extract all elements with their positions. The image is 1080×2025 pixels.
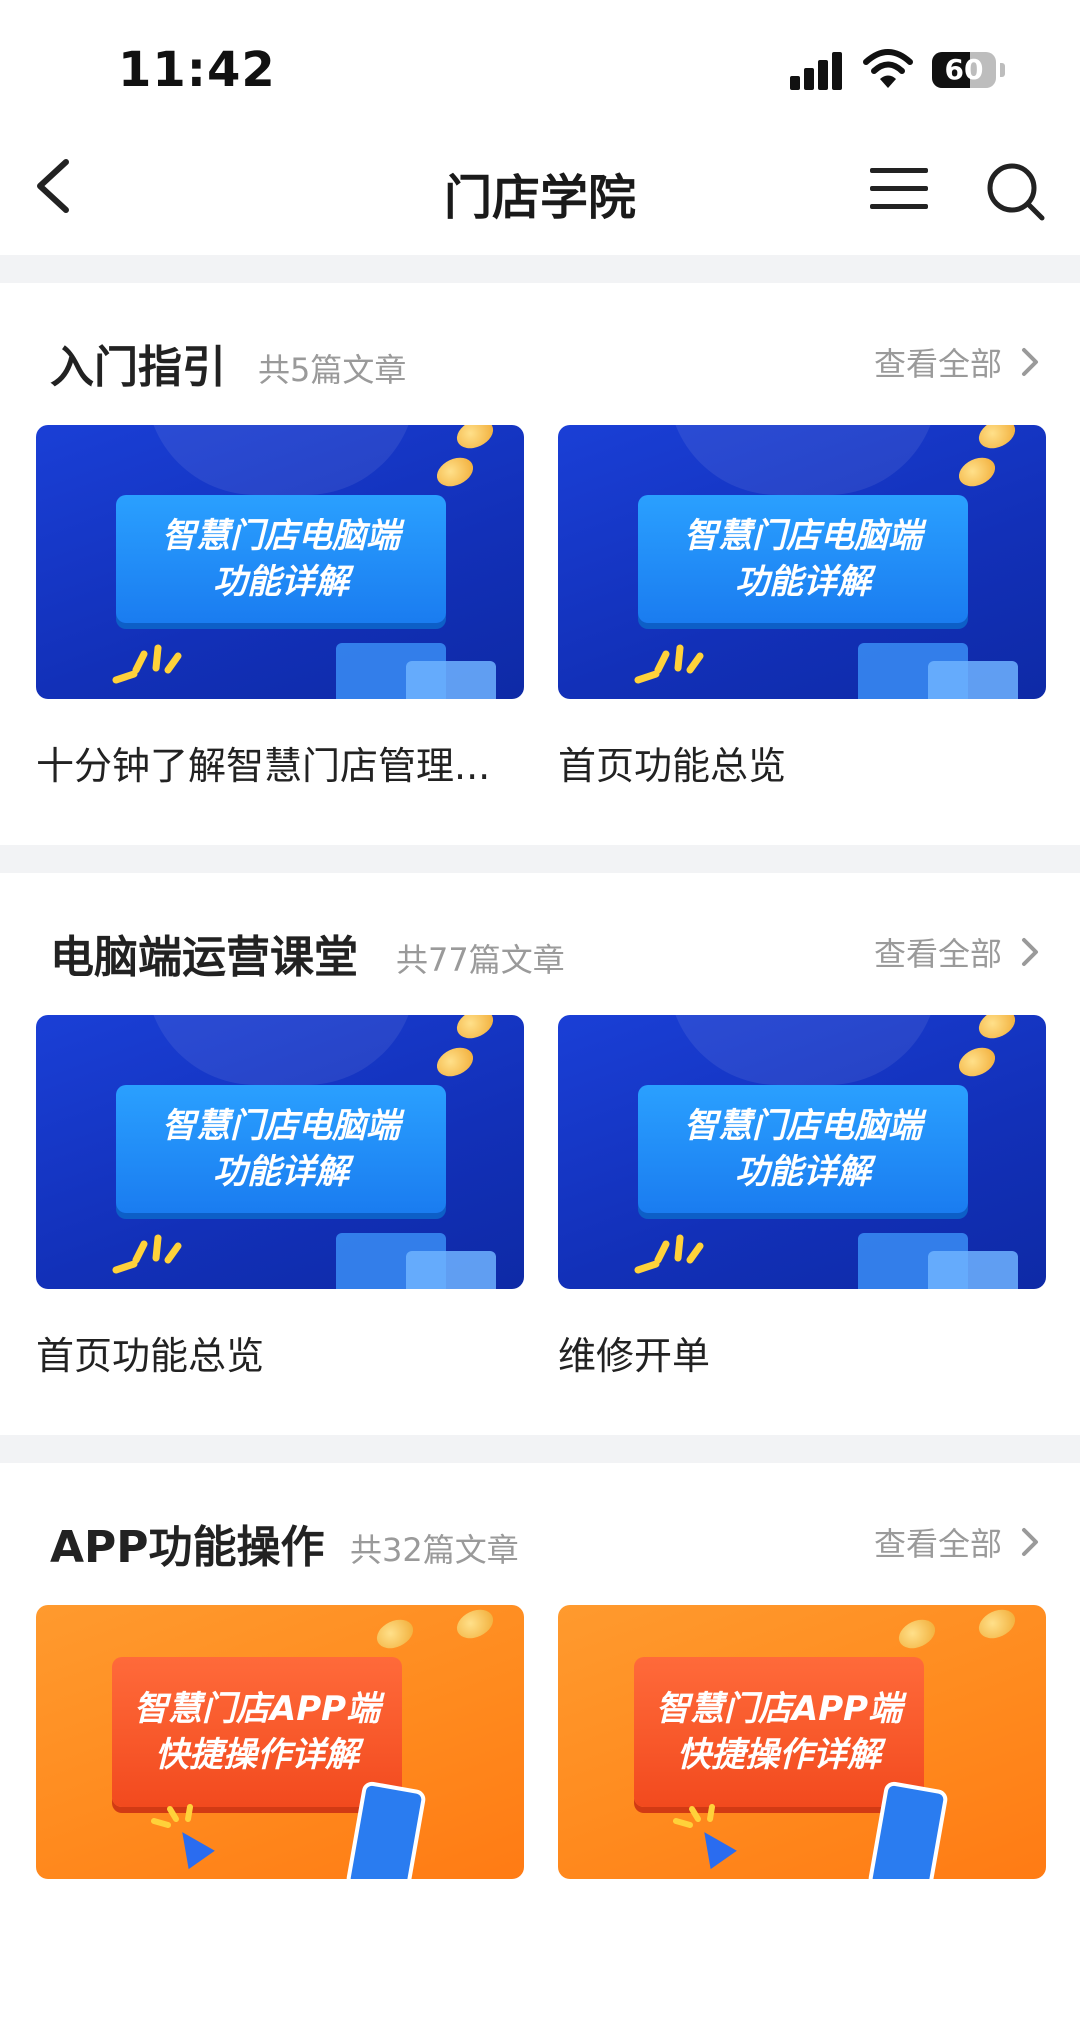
article-title: 十分钟了解智慧门店管理... [36, 744, 491, 788]
article-card[interactable]: 智慧门店电脑端 功能详解 首页功能总览 [558, 425, 1046, 790]
thumbnail-line2: 功能详解 [213, 1152, 349, 1192]
view-all-label: 查看全部 [873, 935, 1002, 973]
section-title: APP功能操作 [50, 1522, 325, 1573]
article-card[interactable]: 智慧门店电脑端 功能详解 首页功能总览 [36, 1015, 524, 1380]
section-app-operations: APP功能操作 共32篇文章 查看全部 智慧门店APP端 快捷操作详解 智慧门店… [0, 1463, 1080, 2025]
divider [0, 1435, 1080, 1463]
chevron-right-icon [1022, 1528, 1038, 1556]
section-count: 共5篇文章 [258, 351, 407, 389]
article-card[interactable]: 智慧门店APP端 快捷操作详解 [558, 1605, 1046, 1915]
view-all-button[interactable]: 查看全部 [874, 339, 1044, 385]
status-time: 11:42 [118, 42, 276, 98]
chevron-right-icon [1022, 938, 1038, 966]
chevron-right-icon [1022, 348, 1038, 376]
section-header: 入门指引 共5篇文章 查看全部 [0, 283, 1080, 433]
view-all-button[interactable]: 查看全部 [874, 1519, 1044, 1565]
section-title: 电脑端运营课堂 [50, 932, 358, 983]
thumbnail-line2: 快捷操作详解 [155, 1735, 359, 1775]
article-card[interactable]: 智慧门店电脑端 功能详解 十分钟了解智慧门店管理... [36, 425, 524, 790]
thumbnail-line2: 快捷操作详解 [677, 1735, 881, 1775]
view-all-label: 查看全部 [873, 345, 1002, 383]
thumbnail-line2: 功能详解 [735, 562, 871, 602]
thumbnail-line2: 功能详解 [735, 1152, 871, 1192]
divider [0, 255, 1080, 283]
thumbnail-line2: 功能详解 [213, 562, 349, 602]
article-title: 首页功能总览 [36, 1334, 265, 1378]
article-thumbnail: 智慧门店电脑端 功能详解 [558, 425, 1046, 699]
battery-icon: 60 [932, 52, 1005, 88]
section-header: 电脑端运营课堂 共77篇文章 查看全部 [0, 873, 1080, 1023]
article-title: 首页功能总览 [558, 744, 787, 788]
thumbnail-line1: 智慧门店电脑端 [162, 516, 400, 556]
thumbnail-line1: 智慧门店APP端 [655, 1689, 903, 1729]
nav-bar: 门店学院 [0, 130, 1080, 255]
section-getting-started: 入门指引 共5篇文章 查看全部 智慧门店电脑端 功能详解 十分钟了解智慧门店管理… [0, 283, 1080, 845]
article-card[interactable]: 智慧门店电脑端 功能详解 维修开单 [558, 1015, 1046, 1380]
status-bar: 11:42 60 [0, 0, 1080, 130]
battery-level: 60 [944, 53, 984, 86]
section-title: 入门指引 [50, 342, 226, 393]
section-count: 共77篇文章 [396, 941, 565, 979]
search-icon[interactable] [982, 158, 1048, 224]
menu-icon[interactable] [868, 160, 932, 216]
view-all-label: 查看全部 [873, 1525, 1002, 1563]
view-all-button[interactable]: 查看全部 [874, 929, 1044, 975]
article-thumbnail: 智慧门店电脑端 功能详解 [558, 1015, 1046, 1289]
thumbnail-line1: 智慧门店电脑端 [162, 1106, 400, 1146]
thumbnail-line1: 智慧门店电脑端 [684, 1106, 922, 1146]
section-pc-operations: 电脑端运营课堂 共77篇文章 查看全部 智慧门店电脑端 功能详解 首页功能总览 … [0, 873, 1080, 1435]
wifi-icon [863, 49, 913, 88]
article-card[interactable]: 智慧门店APP端 快捷操作详解 [36, 1605, 524, 1915]
article-thumbnail: 智慧门店APP端 快捷操作详解 [36, 1605, 524, 1879]
thumbnail-line1: 智慧门店电脑端 [684, 516, 922, 556]
section-count: 共32篇文章 [350, 1531, 519, 1569]
article-thumbnail: 智慧门店电脑端 功能详解 [36, 1015, 524, 1289]
section-header: APP功能操作 共32篇文章 查看全部 [0, 1463, 1080, 1613]
divider [0, 845, 1080, 873]
article-thumbnail: 智慧门店电脑端 功能详解 [36, 425, 524, 699]
article-thumbnail: 智慧门店APP端 快捷操作详解 [558, 1605, 1046, 1879]
article-title: 维修开单 [558, 1334, 711, 1378]
thumbnail-line1: 智慧门店APP端 [133, 1689, 381, 1729]
signal-icon [790, 52, 846, 90]
